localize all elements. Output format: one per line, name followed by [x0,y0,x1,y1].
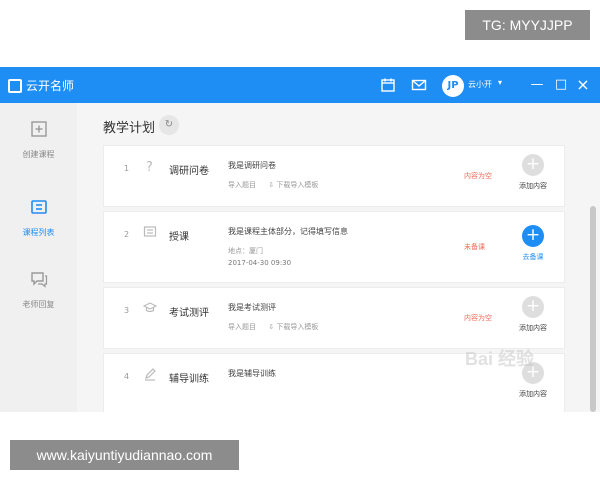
app-name: 云开名师 [26,79,75,93]
download-template-link[interactable]: ⇩ 下载导入模板 [268,180,318,190]
row-links: 导入题目 ⇩ 下载导入模板 [228,322,328,332]
row-index: 2 [124,230,130,239]
action-label: 添加内容 [519,390,547,398]
sidebar-item-teacher-reply[interactable]: 老师回复 [0,269,77,310]
baidu-watermark: Bai 经验 [465,349,535,369]
question-icon: ? [146,160,153,173]
add-content-button[interactable]: + 添加内容 [513,296,553,333]
row-index: 3 [124,306,130,315]
row-name: 调研问卷 [169,166,209,177]
course-list-icon [30,200,47,214]
exam-icon [143,302,157,313]
sidebar-item-label: 课程列表 [22,228,55,237]
row-links: 导入题目 ⇩ 下载导入模板 [228,180,328,190]
add-content-button[interactable]: + 添加内容 [513,154,553,191]
refresh-icon[interactable]: ↻ [159,115,179,135]
action-label: 去备课 [522,253,544,261]
user-menu-chevron-icon[interactable]: ▾ [498,78,502,87]
username-label[interactable]: 云小开 [468,79,492,90]
row-description: 我是课程主体部分，记得填写信息 [228,227,348,236]
plus-icon: + [522,225,544,247]
action-label: 添加内容 [519,182,547,190]
sidebar: 创建课程 课程列表 老师回复 [0,103,77,412]
sidebar-item-create-course[interactable]: 创建课程 [0,119,77,160]
status-badge: 未备课 [464,243,485,251]
row-name: 授课 [169,232,189,243]
lesson-icon [143,226,157,237]
mail-icon[interactable] [411,77,427,93]
row-name: 辅导训练 [169,374,209,385]
plan-row-lesson: 2 授课 我是课程主体部分，记得填写信息 地点：厦门 2017-04-30 09… [103,211,565,283]
row-index: 1 [124,164,130,173]
download-template-label: 下载导入模板 [276,181,319,189]
action-label: 添加内容 [519,324,547,332]
row-name: 考试测评 [169,308,209,319]
row-location: 地点：厦门 [228,247,263,255]
sidebar-item-course-list[interactable]: 课程列表 [0,197,77,238]
app-logo: 云开名师 [8,77,74,94]
url-watermark: www.kaiyuntiyudiannao.com [10,440,239,470]
plus-icon: + [522,296,544,318]
teacher-reply-icon [30,272,47,288]
tg-watermark-tag: TG: MYYJJPP [465,10,590,40]
logo-icon [8,78,22,93]
sidebar-item-label: 创建课程 [22,150,55,159]
download-template-link[interactable]: ⇩ 下载导入模板 [268,322,318,332]
edit-icon [145,368,156,381]
row-datetime: 2017-04-30 09:30 [228,259,292,267]
scrollbar[interactable] [590,206,596,412]
row-description: 我是辅导训练 [228,369,276,378]
calendar-icon[interactable] [380,77,396,93]
create-course-icon [30,121,47,137]
status-badge: 内容为空 [464,314,492,322]
user-avatar[interactable]: JP [442,75,464,97]
plus-icon: + [522,154,544,176]
close-button[interactable]: × [574,75,592,95]
download-template-label: 下载导入模板 [276,323,319,331]
row-description: 我是调研问卷 [228,161,276,170]
maximize-button[interactable]: □ [552,75,570,95]
plan-row-exam: 3 考试测评 我是考试测评 导入题目 ⇩ 下载导入模板 内容为空 + 添加内容 [103,287,565,349]
svg-text:?: ? [146,160,153,173]
import-questions-link[interactable]: 导入题目 [228,180,256,190]
import-questions-link[interactable]: 导入题目 [228,322,256,332]
status-badge: 内容为空 [464,172,492,180]
prepare-lesson-button[interactable]: + 去备课 [513,225,553,262]
row-index: 4 [124,372,130,381]
row-description: 我是考试测评 [228,303,276,312]
minimize-button[interactable]: — [528,75,546,95]
sidebar-item-label: 老师回复 [22,300,55,309]
plan-row-survey: 1 ? 调研问卷 我是调研问卷 导入题目 ⇩ 下载导入模板 内容为空 + 添加内… [103,145,565,207]
page-title: 教学计划 [103,121,156,136]
title-bar: 云开名师 JP 云小开 ▾ — □ × [0,67,600,103]
